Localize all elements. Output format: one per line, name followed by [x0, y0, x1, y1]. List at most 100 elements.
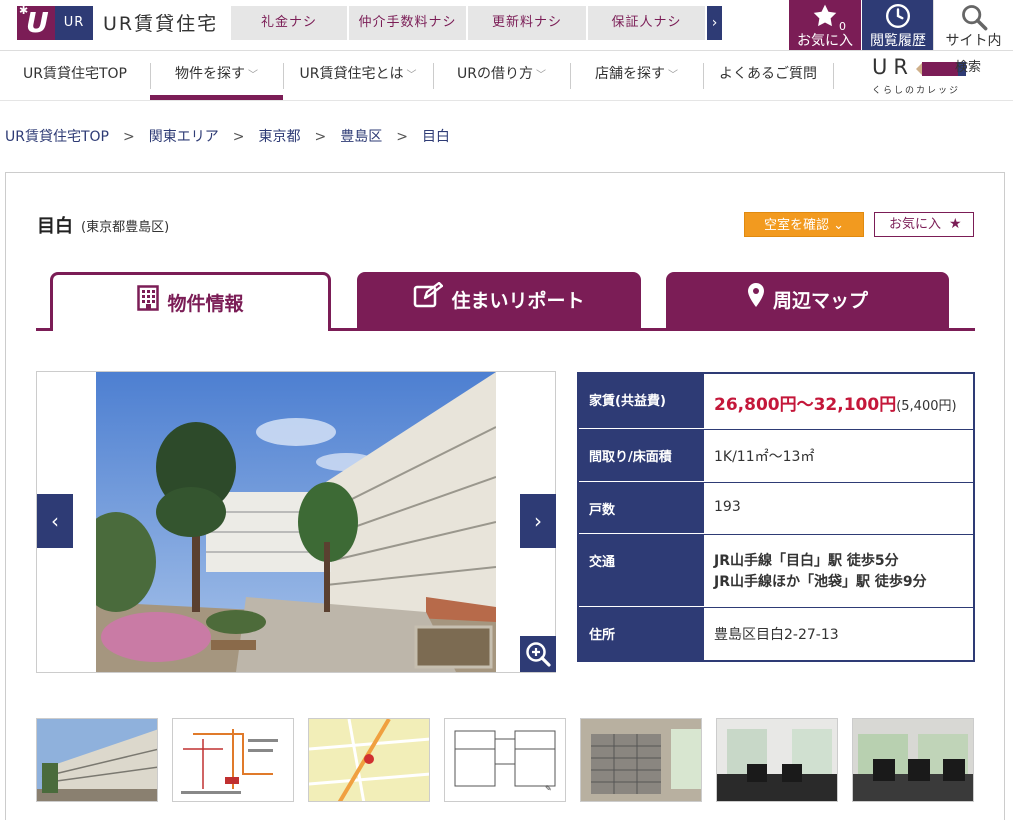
nav-ur-top[interactable]: UR賃貸住宅TOP [0, 51, 150, 100]
map-pin-icon [747, 273, 765, 331]
site-search-label-2: 検索 [955, 60, 982, 75]
access-line-1: JR山手線「目白」駅 徒歩5分 [714, 553, 899, 569]
property-name: 目白 [37, 216, 73, 237]
access-line-2: JR山手線ほか「池袋」駅 徒歩9分 [714, 574, 927, 590]
zoom-in-icon [526, 642, 551, 667]
nav-ur-top-label: UR賃貸住宅TOP [23, 66, 127, 82]
common-fee: (5,400円) [896, 399, 957, 414]
breadcrumb-item[interactable]: 東京都 [258, 126, 300, 146]
info-row-units: 戸数 193 [579, 483, 973, 535]
info-row-rent: 家賃(共益費) 26,800円〜32,100円(5,400円) [579, 374, 973, 430]
feature-tabs: 礼金ナシ 仲介手数料ナシ 更新料ナシ 保証人ナシ › [231, 6, 722, 40]
breadcrumb: UR賃貸住宅TOP > 関東エリア > 東京都 > 豊島区 > 目白 [5, 126, 450, 146]
top-bar: ✱ U UR UR賃貸住宅 礼金ナシ 仲介手数料ナシ 更新料ナシ 保証人ナシ › … [0, 0, 1013, 50]
info-row-access: 交通 JR山手線「目白」駅 徒歩5分 JR山手線ほか「池袋」駅 徒歩9分 [579, 535, 973, 608]
nav-active-indicator [150, 95, 283, 100]
check-vacancy-label: 空室を確認 [763, 218, 829, 233]
feature-tab-no-key-money[interactable]: 礼金ナシ [231, 6, 347, 40]
nav-how-to-rent[interactable]: URの借り方 ﹀ [433, 51, 570, 100]
rent-range: 26,800円〜32,100円 [714, 395, 897, 415]
thumbnail-mailboxes[interactable] [580, 718, 702, 802]
nav-about-ur[interactable]: UR賃貸住宅とは ﹀ [283, 51, 433, 100]
site-search-label: サイト内 [945, 33, 1002, 49]
tab-living-report[interactable]: 住まいリポート [357, 272, 641, 330]
chevron-down-icon: ﹀ [406, 70, 417, 81]
chevron-down-icon: ⌄ [833, 218, 845, 233]
breadcrumb-item[interactable]: 豊島区 [340, 126, 382, 146]
breadcrumb-separator: > [123, 129, 135, 145]
nav-about-ur-label: UR賃貸住宅とは [299, 66, 404, 82]
main-photo[interactable] [96, 372, 496, 672]
info-row-layout: 間取り/床面積 1K/11㎡〜13㎡ [579, 430, 973, 483]
tab-area-map[interactable]: 周辺マップ [666, 272, 949, 330]
building-icon [137, 276, 160, 334]
page: ✱ U UR UR賃貸住宅 礼金ナシ 仲介手数料ナシ 更新料ナシ 保証人ナシ › … [0, 0, 1013, 820]
nav-search-property[interactable]: 物件を探す ﹀ [150, 51, 283, 100]
info-row-address: 住所 豊島区目白2-27-13 [579, 608, 973, 660]
pencil-icon [922, 62, 958, 76]
info-value-address: 豊島区目白2-27-13 [714, 627, 839, 643]
breadcrumb-item[interactable]: UR賃貸住宅TOP [5, 126, 109, 146]
nav-find-store-label: 店舗を探す [595, 66, 665, 82]
thumbnail-exterior[interactable] [36, 718, 158, 802]
property-area: (東京都豊島区) [81, 220, 170, 235]
info-value-rent: 26,800円〜32,100円(5,400円) [704, 374, 973, 429]
chevron-down-icon: ﹀ [668, 70, 678, 81]
breadcrumb-current: 目白 [421, 129, 450, 145]
info-label: 交通 [579, 535, 704, 607]
breadcrumb-item[interactable]: 関東エリア [149, 126, 219, 146]
tab-living-report-label: 住まいリポート [451, 290, 585, 312]
info-value-access: JR山手線「目白」駅 徒歩5分 JR山手線ほか「池袋」駅 徒歩9分 [704, 535, 973, 607]
svg-text:✎: ✎ [545, 784, 552, 793]
clock-icon [862, 3, 934, 29]
history-label: 閲覧履歴 [870, 33, 926, 49]
site-search-button[interactable]: サイト内 [933, 0, 1013, 50]
favorites-button[interactable]: 0 お気に入 [789, 0, 861, 50]
info-value-layout: 1K/11㎡〜13㎡ [714, 449, 815, 465]
check-vacancy-button[interactable]: 空室を確認 ⌄ [744, 212, 864, 237]
thumbnail-route-map[interactable] [172, 718, 294, 802]
feature-tab-no-guarantor[interactable]: 保証人ナシ [588, 6, 705, 40]
favorites-count: 0 [839, 20, 846, 33]
thumbnail-floor-plan[interactable]: ✎ [444, 718, 566, 802]
gallery-next-button[interactable]: › [520, 494, 556, 548]
nav-how-to-rent-label: URの借り方 [457, 66, 533, 82]
property-info-table: 家賃(共益費) 26,800円〜32,100円(5,400円) 間取り/床面積 … [577, 372, 975, 662]
thumbnail-area-map[interactable] [308, 718, 430, 802]
add-favorite-button[interactable]: お気に入 ★ [874, 212, 974, 237]
photo-gallery: ‹ › [36, 371, 556, 673]
zoom-in-button[interactable] [520, 636, 556, 672]
thumbnail-strip: ✎ [36, 718, 976, 802]
search-icon [934, 3, 1013, 31]
breadcrumb-separator: > [232, 129, 245, 145]
tab-property-info[interactable]: 物件情報 [50, 272, 331, 331]
nav-faq-label: よくあるご質問 [719, 66, 817, 82]
gallery-prev-button[interactable]: ‹ [37, 494, 73, 548]
feature-tab-no-agent-fee[interactable]: 仲介手数料ナシ [349, 6, 466, 40]
history-button[interactable]: 閲覧履歴 [862, 0, 934, 50]
feature-tab-no-renewal-fee[interactable]: 更新料ナシ [468, 6, 586, 40]
feature-tabs-next-button[interactable]: › [707, 6, 722, 40]
star-icon [789, 3, 861, 29]
add-favorite-label: お気に入 [889, 217, 942, 232]
nav-search-property-label: 物件を探す [175, 66, 245, 82]
info-label: 間取り/床面積 [579, 430, 704, 482]
property-panel: 目白 (東京都豊島区) 空室を確認 ⌄ お気に入 ★ 物件情報 住まいリポート 周… [5, 172, 1005, 820]
nav-faq[interactable]: よくあるご質問 [703, 51, 833, 100]
breadcrumb-separator: > [396, 129, 408, 145]
ur-logo-label: UR [55, 6, 93, 40]
info-value-units: 193 [714, 499, 741, 515]
site-title[interactable]: UR賃貸住宅 [103, 10, 218, 38]
info-label: 戸数 [579, 483, 704, 534]
thumbnail-lounge[interactable] [716, 718, 838, 802]
ur-logo[interactable]: ✱ U UR [17, 5, 93, 40]
info-label: 住所 [579, 608, 704, 660]
edit-note-icon [413, 273, 444, 331]
tab-property-info-label: 物件情報 [167, 293, 244, 315]
global-nav: UR賃貸住宅TOP 物件を探す ﹀ UR賃貸住宅とは ﹀ URの借り方 ﹀ 店舗を探す… [0, 50, 1013, 101]
nav-divider [833, 63, 834, 89]
u-logo-icon: ✱ U [17, 5, 55, 40]
nav-find-store[interactable]: 店舗を探す ﹀ [570, 51, 703, 100]
chevron-down-icon: ﹀ [535, 70, 546, 81]
thumbnail-lounge-2[interactable] [852, 718, 974, 802]
